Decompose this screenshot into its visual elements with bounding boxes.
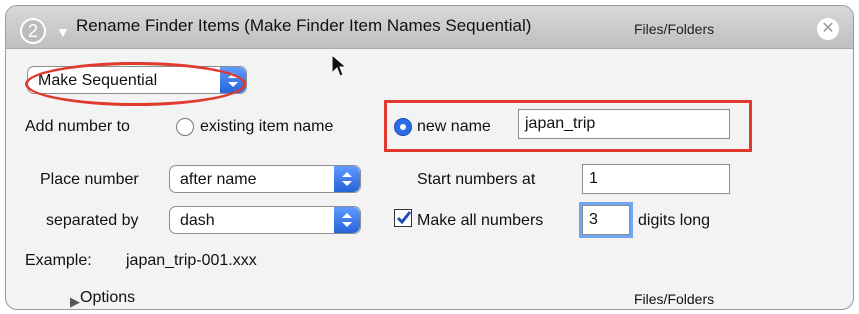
options-disclosure-icon[interactable]: ▶ (70, 294, 80, 309)
radio-existing-item-name[interactable] (176, 118, 194, 136)
separated-by-label: separated by (46, 212, 139, 229)
action-title: Rename Finder Items (Make Finder Item Na… (76, 16, 532, 35)
close-icon[interactable]: ✕ (817, 18, 839, 40)
disclosure-triangle-down-icon[interactable]: ▼ (56, 24, 70, 40)
step-number-badge: 2 (20, 18, 46, 44)
make-all-numbers-checkbox[interactable] (394, 209, 412, 227)
place-number-popup[interactable]: after name (169, 165, 361, 193)
example-value: japan_trip-001.xxx (126, 252, 257, 269)
example-label: Example: (25, 252, 92, 269)
action-header[interactable]: 2 ▼ Rename Finder Items (Make Finder Ite… (6, 6, 853, 49)
mouse-cursor-icon (331, 54, 348, 77)
popup-arrows-icon (334, 166, 360, 192)
start-numbers-label: Start numbers at (417, 171, 536, 188)
place-number-label: Place number (40, 171, 139, 188)
footer-category: Files/Folders (634, 291, 715, 307)
make-all-numbers-label: Make all numbers (417, 212, 544, 229)
add-number-label: Add number to (25, 118, 130, 135)
options-label[interactable]: Options (80, 289, 135, 307)
place-number-value: after name (180, 171, 257, 188)
start-numbers-field[interactable]: 1 (582, 164, 730, 194)
digits-long-label: digits long (638, 212, 711, 229)
radio-existing-label: existing item name (200, 118, 334, 135)
action-panel: 2 ▼ Rename Finder Items (Make Finder Ite… (5, 5, 854, 310)
popup-arrows-icon (334, 207, 360, 233)
action-category: Files/Folders (634, 21, 715, 37)
annotation-rectangle (384, 100, 752, 152)
digits-field[interactable]: 3 (579, 202, 633, 238)
separator-value: dash (180, 212, 215, 229)
separator-popup[interactable]: dash (169, 206, 361, 234)
annotation-oval (25, 62, 246, 106)
